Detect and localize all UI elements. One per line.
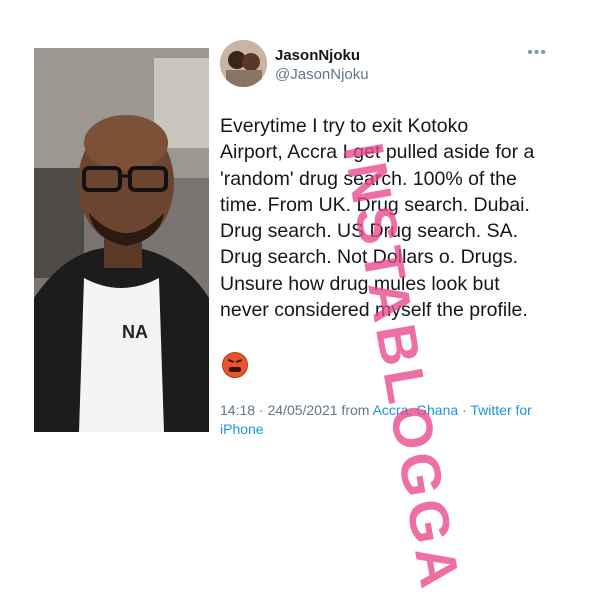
svg-text:NA: NA xyxy=(122,322,148,342)
more-horizontal-icon[interactable]: ••• xyxy=(527,44,547,62)
meta-separator: · xyxy=(458,402,471,418)
location-link[interactable]: Accra, Ghana xyxy=(373,402,459,418)
timestamp: 14:18 · 24/05/2021 from xyxy=(220,402,373,418)
tweet-text: Everytime I try to exit Kotoko Airport, … xyxy=(220,115,535,322)
display-name[interactable]: JasonNjoku xyxy=(275,47,360,64)
selfie-photo: NA xyxy=(34,48,209,432)
user-handle[interactable]: @JasonNjoku xyxy=(275,66,369,83)
angry-face-icon xyxy=(222,352,248,378)
tweet-card: JasonNjoku @JasonNjoku ••• Everytime I t… xyxy=(213,40,554,440)
avatar[interactable] xyxy=(220,40,267,87)
tweet-meta: 14:18 · 24/05/2021 from Accra, Ghana · T… xyxy=(220,401,554,439)
